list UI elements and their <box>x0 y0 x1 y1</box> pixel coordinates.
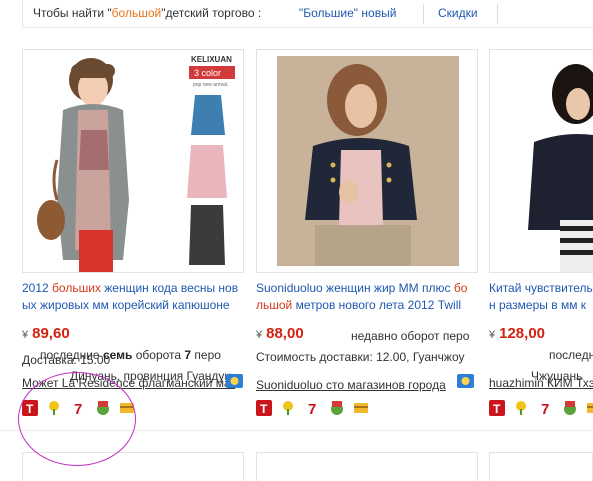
brand-label: KELIXUAN <box>191 55 232 64</box>
seller-shop-link[interactable]: huazhimin КИМ Тхэ <box>489 376 593 390</box>
flower-icon[interactable] <box>280 400 296 416</box>
product-photo-plus-size-cardigan[interactable]: KELIXUAN 3 color pop new arrival. <box>23 50 244 273</box>
seller-shop-link[interactable]: Suoniduoluo сто магазинов города <box>256 378 478 392</box>
next-row-card[interactable] <box>489 452 593 481</box>
color-badge: 3 color <box>194 68 221 78</box>
query-suffix: "детский торгово : <box>161 6 262 20</box>
search-suggestion-bar: Чтобы найти "большой"детский торгово : "… <box>22 0 593 28</box>
product-card: KELIXUAN 3 color pop new arrival. 2012 б… <box>22 49 244 422</box>
product-price: ¥89,60 <box>22 325 70 342</box>
product-title-link[interactable]: Suoniduoluo женщин жир ММ плюс бо льшой … <box>256 280 478 314</box>
product-image-frame[interactable] <box>256 49 478 273</box>
product-image-frame[interactable] <box>489 49 593 273</box>
next-row-card[interactable] <box>256 452 478 481</box>
product-title-link[interactable]: 2012 больших женщин кода весны нов ых жи… <box>22 280 244 314</box>
product-photo-black-jacket[interactable] <box>490 50 593 273</box>
product-card: Китай чувствитель н размеры в мм к ¥128,… <box>489 49 593 422</box>
recent-sales: последние т <box>549 348 593 362</box>
seven-day-icon[interactable]: 7 <box>305 400 321 416</box>
related-search-link-large-new[interactable]: "Большие" новый <box>299 6 396 20</box>
wangwang-chat-icon[interactable] <box>457 374 474 388</box>
tmall-icon[interactable]: T <box>489 400 505 416</box>
related-search-link-discounts[interactable]: Скидки <box>438 6 478 20</box>
query-keyword: большой <box>111 6 162 20</box>
color-badge-sub: pop new arrival. <box>193 82 228 88</box>
product-image-frame[interactable]: KELIXUAN 3 color pop new arrival. <box>22 49 244 273</box>
annotation-highlight-ellipse <box>18 372 136 466</box>
svg-text:7: 7 <box>308 401 316 416</box>
topbar-divider <box>423 4 424 24</box>
wangwang-chat-icon[interactable] <box>226 374 243 388</box>
recent-sales: недавно оборот перо <box>351 329 470 343</box>
product-card: Suoniduoluo женщин жир ММ плюс бо льшой … <box>256 49 478 422</box>
seven-day-icon[interactable]: 7 <box>538 400 554 416</box>
query-prefix: Чтобы найти " <box>33 6 112 20</box>
svg-text:T: T <box>260 402 268 416</box>
topbar-divider <box>497 4 498 24</box>
product-price: ¥128,00 <box>489 325 546 342</box>
service-badges: T 7 <box>256 400 374 418</box>
product-price: ¥88,00 <box>256 325 304 342</box>
authentic-icon[interactable] <box>329 400 345 416</box>
service-badges: T 7 <box>489 400 593 418</box>
shipping-cost: Доставка: 15.00 <box>22 353 111 367</box>
credit-card-icon[interactable] <box>353 400 369 416</box>
shipping-cost: Стоимость доставки: 12.00, Гуанчжоу <box>256 350 465 364</box>
product-title-link[interactable]: Китай чувствитель н размеры в мм к <box>489 280 593 314</box>
credit-card-icon[interactable] <box>586 400 593 416</box>
authentic-icon[interactable] <box>562 400 578 416</box>
tmall-icon[interactable]: T <box>256 400 272 416</box>
search-query-text: Чтобы найти "большой"детский торгово : <box>33 6 261 20</box>
svg-text:T: T <box>493 402 501 416</box>
svg-text:7: 7 <box>541 401 549 416</box>
product-photo-navy-cardigan[interactable] <box>257 50 478 273</box>
flower-icon[interactable] <box>513 400 529 416</box>
